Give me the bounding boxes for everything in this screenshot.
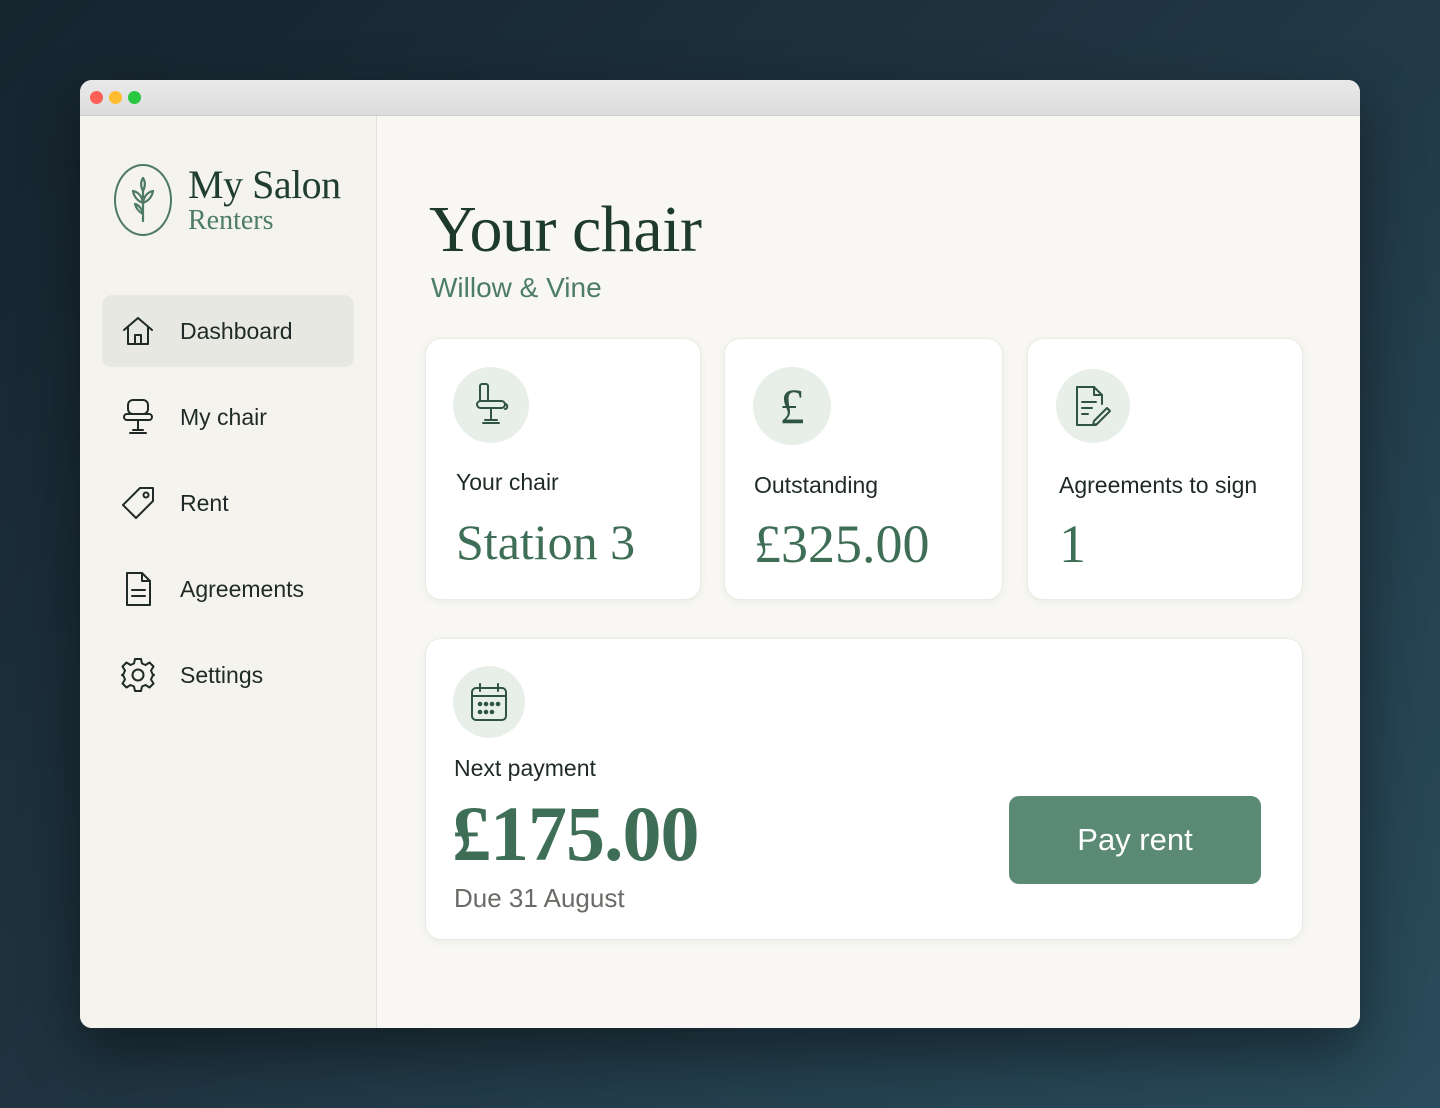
app-body: My Salon Renters Dashboard My chair Rent… (80, 116, 1360, 1028)
close-window-button[interactable] (90, 91, 103, 104)
payment-due-date: Due 31 August (454, 883, 625, 913)
sidebar-item-dashboard[interactable]: Dashboard (102, 295, 354, 367)
minimize-window-button[interactable] (109, 91, 122, 104)
pound-icon: £ (753, 367, 831, 445)
sidebar-item-label: Settings (180, 661, 264, 688)
chair-card-label: Your chair (456, 469, 559, 495)
chair-icon (453, 367, 529, 443)
sidebar-item-label: My chair (180, 403, 267, 430)
signature-document-icon (1056, 369, 1130, 443)
pay-rent-button[interactable]: Pay rent (1009, 796, 1261, 884)
agreements-card-value: 1 (1059, 514, 1086, 574)
sidebar-nav: Dashboard My chair Rent Agreements Setti… (102, 295, 354, 725)
salon-name: Willow & Vine (431, 272, 602, 303)
outstanding-card-label: Outstanding (754, 472, 879, 498)
leaf-logo-icon (114, 164, 172, 236)
next-payment-amount: £175.00 (452, 790, 699, 877)
sidebar: My Salon Renters Dashboard My chair Rent… (80, 116, 377, 1028)
next-payment-label: Next payment (454, 755, 596, 781)
maximize-window-button[interactable] (128, 91, 141, 104)
app-window: My Salon Renters Dashboard My chair Rent… (80, 80, 1360, 1028)
tag-icon (120, 485, 156, 521)
calendar-icon (453, 666, 525, 738)
brand-subtitle: Renters (188, 205, 274, 236)
window-titlebar (80, 80, 1360, 116)
brand[interactable]: My Salon Renters (114, 164, 341, 236)
brand-name: My Salon (188, 162, 341, 207)
chair-icon (120, 399, 156, 435)
document-icon (120, 571, 156, 607)
agreements-card-label: Agreements to sign (1059, 472, 1258, 498)
sidebar-item-label: Dashboard (180, 317, 293, 344)
sidebar-item-label: Agreements (180, 575, 305, 602)
gear-icon (120, 657, 156, 693)
agreements-card[interactable]: Agreements to sign 1 (1027, 338, 1303, 600)
page-title: Your chair (429, 193, 702, 266)
sidebar-item-label: Rent (180, 489, 229, 516)
outstanding-card-value: £325.00 (754, 514, 930, 574)
outstanding-card[interactable]: £ Outstanding £325.00 (724, 338, 1003, 600)
chair-card-value: Station 3 (456, 514, 636, 570)
sidebar-item-my-chair[interactable]: My chair (102, 381, 354, 453)
sidebar-item-rent[interactable]: Rent (102, 467, 354, 539)
sidebar-item-settings[interactable]: Settings (102, 639, 354, 711)
home-icon (120, 313, 156, 349)
next-payment-card: Next payment £175.00 Due 31 August Pay r… (425, 638, 1303, 940)
chair-card[interactable]: Your chair Station 3 (425, 338, 701, 600)
main-content: Your chair Willow & Vine Your chair Stat… (377, 116, 1360, 1028)
sidebar-item-agreements[interactable]: Agreements (102, 553, 354, 625)
